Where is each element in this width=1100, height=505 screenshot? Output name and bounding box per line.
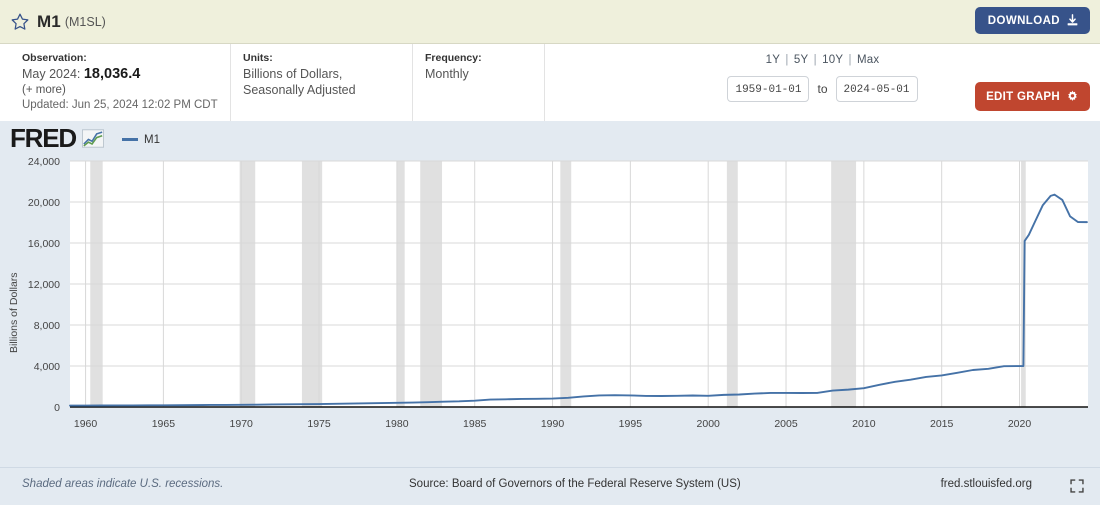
page-header: M1 (M1SL) DOWNLOAD bbox=[0, 0, 1100, 44]
series-id: (M1SL) bbox=[64, 14, 106, 29]
fred-url: fred.stlouisfed.org bbox=[940, 478, 1032, 490]
range-sep-3: | bbox=[848, 54, 852, 66]
observation-row: May 2024: 18,036.4 bbox=[22, 66, 218, 83]
recession-note: Shaded areas indicate U.S. recessions. bbox=[22, 478, 224, 490]
y-tick-label: 4,000 bbox=[34, 361, 60, 373]
x-tick-label: 2010 bbox=[852, 418, 876, 430]
observation-cell: Observation: May 2024: 18,036.4 (+ more)… bbox=[0, 44, 230, 121]
range-5y[interactable]: 5Y bbox=[794, 54, 808, 66]
frequency-cell: Frequency: Monthly bbox=[412, 44, 544, 121]
end-date-input[interactable]: 2024-05-01 bbox=[835, 76, 918, 102]
edit-graph-label: EDIT GRAPH bbox=[986, 90, 1060, 103]
x-tick-label: 1965 bbox=[152, 418, 176, 430]
x-tick-label: 1980 bbox=[385, 418, 409, 430]
fred-logo-text: FRED bbox=[10, 123, 77, 153]
quick-range-links: 1Y | 5Y | 10Y | Max bbox=[766, 54, 880, 66]
x-tick-label: 1970 bbox=[230, 418, 254, 430]
range-max[interactable]: Max bbox=[857, 54, 879, 66]
range-sep-2: | bbox=[813, 54, 817, 66]
x-tick-label: 2020 bbox=[1008, 418, 1032, 430]
date-inputs: 1959-01-01 to 2024-05-01 bbox=[727, 76, 918, 102]
y-tick-label: 8,000 bbox=[34, 320, 60, 332]
chart-panel: FRED M1 Billions of Dollars 0 4,000 8,000 1… bbox=[0, 121, 1100, 505]
x-tick-label: 1995 bbox=[619, 418, 643, 430]
chart-footer: Shaded areas indicate U.S. recessions. S… bbox=[0, 467, 1100, 505]
units-line-1: Billions of Dollars, bbox=[243, 67, 343, 81]
more-link[interactable]: (+ more) bbox=[22, 83, 218, 98]
x-tick-label: 1960 bbox=[74, 418, 98, 430]
range-10y[interactable]: 10Y bbox=[822, 54, 843, 66]
download-icon bbox=[1067, 14, 1078, 26]
fred-branding: FRED M1 bbox=[10, 125, 160, 151]
frequency-label: Frequency: bbox=[425, 52, 482, 64]
x-tick-label: 1985 bbox=[463, 418, 487, 430]
units-cell: Units: Billions of Dollars, Seasonally A… bbox=[230, 44, 412, 121]
y-tick-label: 16,000 bbox=[28, 238, 60, 250]
chart-line-icon bbox=[81, 128, 104, 148]
x-tick-label: 2005 bbox=[774, 418, 798, 430]
legend-series-label: M1 bbox=[143, 133, 160, 146]
series-info-bar: Observation: May 2024: 18,036.4 (+ more)… bbox=[0, 44, 1100, 121]
fullscreen-icon[interactable] bbox=[1070, 479, 1084, 493]
source-attribution: Source: Board of Governors of the Federa… bbox=[409, 478, 741, 490]
observation-date: May 2024: bbox=[22, 67, 81, 81]
x-tick-label: 1990 bbox=[541, 418, 565, 430]
legend-color-swatch bbox=[121, 138, 138, 141]
y-tick-label: 12,000 bbox=[28, 279, 60, 291]
plot-area-wrapper: 0 4,000 8,000 12,000 16,000 20,000 24,000 1960 1… bbox=[0, 149, 1100, 505]
download-button-label: DOWNLOAD bbox=[987, 14, 1060, 27]
frequency-value: Monthly bbox=[425, 67, 469, 81]
download-button[interactable]: DOWNLOAD bbox=[974, 7, 1090, 34]
range-1y[interactable]: 1Y bbox=[766, 54, 780, 66]
chart-legend: M1 bbox=[121, 133, 160, 146]
y-tick-label: 24,000 bbox=[28, 156, 60, 168]
observation-value: 18,036.4 bbox=[83, 66, 141, 82]
line-chart-plot[interactable]: 0 4,000 8,000 12,000 16,000 20,000 24,000 1960 1… bbox=[0, 149, 1100, 479]
x-tick-label: 1975 bbox=[307, 418, 331, 430]
observation-label: Observation: bbox=[22, 52, 87, 64]
y-tick-label: 20,000 bbox=[28, 197, 60, 209]
range-sep-1: | bbox=[785, 54, 789, 66]
updated-timestamp: Updated: Jun 25, 2024 12:02 PM CDT bbox=[22, 98, 218, 111]
edit-graph-button[interactable]: EDIT GRAPH bbox=[975, 82, 1090, 111]
x-tick-label: 2015 bbox=[930, 418, 954, 430]
to-label: to bbox=[817, 82, 828, 96]
favorite-star-icon[interactable] bbox=[10, 12, 30, 32]
page-title: M1 bbox=[37, 11, 61, 31]
start-date-input[interactable]: 1959-01-01 bbox=[727, 76, 810, 102]
units-label: Units: bbox=[243, 52, 273, 64]
gear-icon bbox=[1068, 90, 1077, 101]
x-tick-label: 2000 bbox=[697, 418, 721, 430]
y-tick-label: 0 bbox=[54, 402, 60, 414]
units-line-2: Seasonally Adjusted bbox=[243, 82, 356, 97]
